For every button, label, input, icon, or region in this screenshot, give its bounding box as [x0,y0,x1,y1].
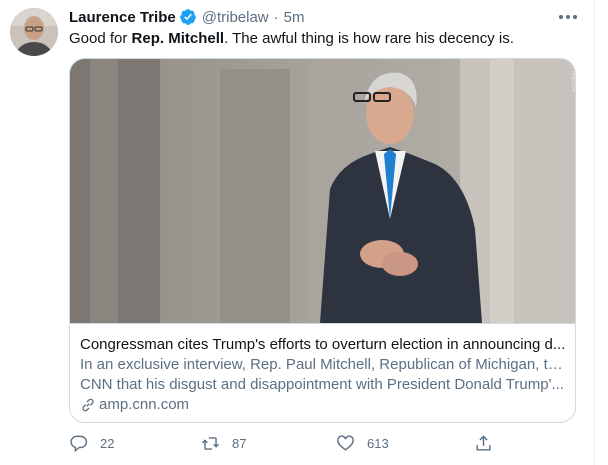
retweet-button[interactable]: 87 [201,434,246,453]
card-description-line1: In an exclusive interview, Rep. Paul Mit… [80,356,567,373]
share-button[interactable] [474,434,493,453]
verified-badge-icon [179,9,196,25]
card-title[interactable]: Congressman cites Trump's efforts to ove… [80,335,567,355]
tweet-actions: 22 87 613 [69,434,499,456]
share-icon [476,435,491,451]
card-description: In an exclusive interview, Rep. Paul Mit… [80,355,567,395]
card-body[interactable]: Congressman cites Trump's efforts to ove… [70,323,575,422]
more-options-icon[interactable] [556,7,580,27]
tweet-time[interactable]: 5m [284,9,305,26]
retweet-icon [202,437,219,450]
tweet[interactable]: Laurence Tribe @tribelaw · 5m Good for R… [0,0,595,465]
card-description-line2: CNN that his disgust and disappointment … [80,376,564,393]
card-image[interactable]: AP PHOTOS [70,59,576,323]
like-count: 613 [367,436,389,451]
tweet-text-start: Good for [69,30,132,47]
link-icon [82,398,94,412]
avatar-image [10,8,58,56]
reply-icon [70,435,88,453]
tweet-text-end: . The awful thing is how rare his decenc… [224,30,514,47]
avatar[interactable] [10,8,58,56]
tweet-text: Good for Rep. Mitchell. The awful thing … [69,29,514,49]
heart-icon [337,435,354,451]
link-card[interactable]: AP PHOTOS Congressman cites Trump's effo… [69,58,576,423]
retweet-count: 87 [232,436,247,451]
mention-bold: Rep. Mitchell [131,30,225,47]
card-domain[interactable]: amp.cnn.com [80,395,567,415]
author-name[interactable]: Laurence Tribe [69,9,176,26]
like-button[interactable]: 613 [336,434,389,453]
reply-count: 22 [100,436,115,451]
separator-dot: · [273,8,279,26]
author-handle[interactable]: @tribelaw [202,9,269,26]
card-domain-text: amp.cnn.com [99,396,190,413]
tweet-header: Laurence Tribe @tribelaw · 5m [69,7,304,27]
reply-button[interactable]: 22 [69,434,114,453]
photo-watermark: AP PHOTOS [570,63,576,92]
